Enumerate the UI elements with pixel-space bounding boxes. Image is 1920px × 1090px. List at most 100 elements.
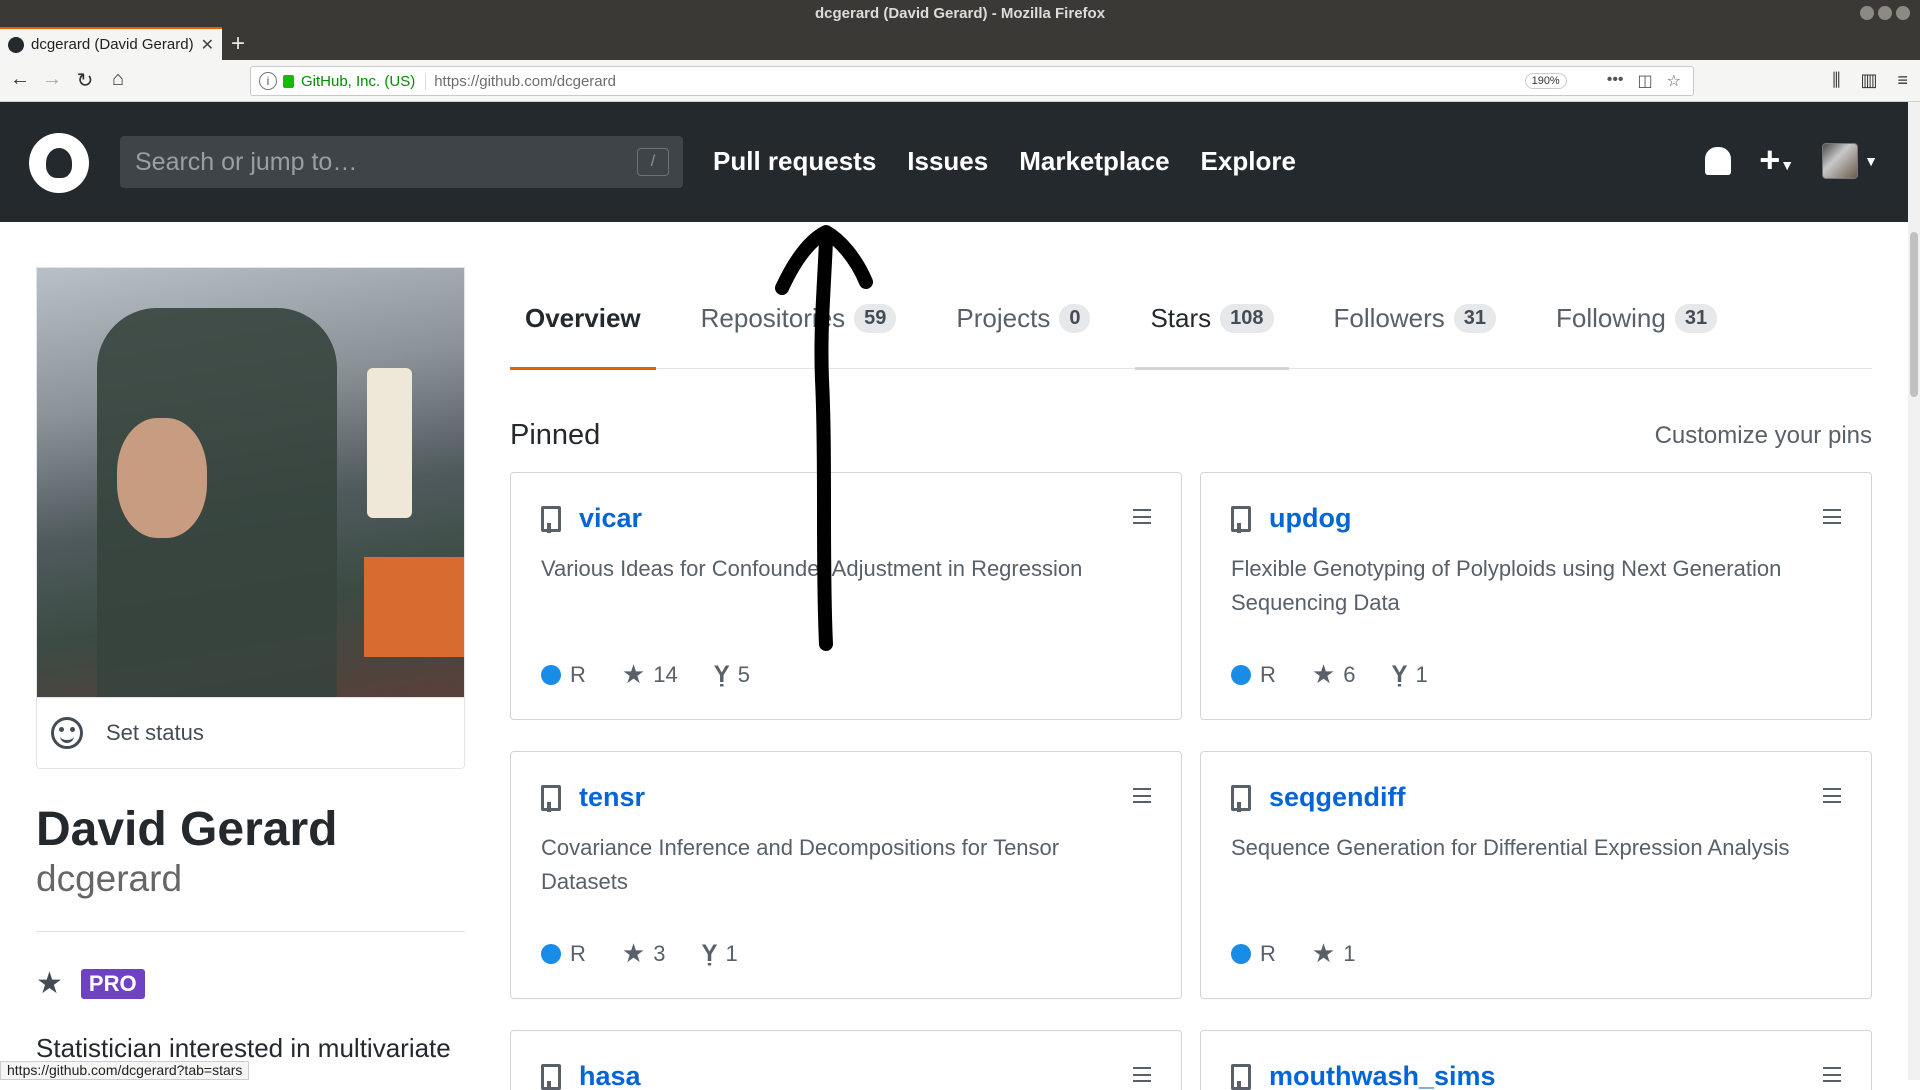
site-info-icon[interactable]: i (259, 72, 277, 90)
set-status-button[interactable]: Set status (36, 697, 465, 769)
toolbar-right: ⫼ ▥ ≡ (1832, 70, 1908, 91)
tab-stars[interactable]: Stars 108 (1135, 267, 1289, 370)
global-nav: Pull requests Issues Marketplace Explore (713, 146, 1296, 177)
close-window-button[interactable] (1896, 6, 1910, 20)
repo-forks[interactable]: Ỵ5 (714, 661, 750, 689)
github-logo-icon[interactable] (29, 133, 89, 193)
drag-handle-icon[interactable] (1133, 509, 1151, 524)
nav-explore[interactable]: Explore (1201, 146, 1296, 177)
star-icon: ★ (1311, 659, 1336, 689)
notifications-bell-icon[interactable] (1705, 146, 1732, 175)
pinned-repo-card: vicar Various Ideas for Confounder Adjus… (510, 472, 1182, 720)
fork-count: 5 (737, 661, 750, 687)
sidebar-icon[interactable]: ▥ (1860, 70, 1877, 91)
pinned-repo-card: updog Flexible Genotyping of Polyploids … (1200, 472, 1872, 720)
chevron-down-icon: ▼ (1780, 157, 1795, 174)
tab-count: 31 (1674, 303, 1718, 333)
create-new-menu[interactable]: +▼ (1759, 142, 1794, 179)
new-tab-button[interactable]: + (231, 30, 245, 58)
profile-fullname: David Gerard (36, 803, 338, 856)
smiley-icon (51, 717, 83, 749)
pinned-repo-card: hasa (510, 1030, 1182, 1090)
star-count: 1 (1343, 940, 1356, 966)
github-favicon-icon (8, 36, 24, 53)
tab-count: 0 (1059, 303, 1091, 333)
window-title: dcgerard (David Gerard) - Mozilla Firefo… (814, 5, 1106, 22)
home-icon[interactable]: ⌂ (106, 68, 130, 91)
repo-icon (541, 784, 561, 812)
star-icon: ★ (1311, 938, 1336, 968)
fork-count: 1 (725, 940, 738, 966)
url-bar[interactable]: i GitHub, Inc. (US) https://github.com/d… (250, 66, 1694, 96)
repo-link[interactable]: mouthwash_sims (1269, 1061, 1496, 1090)
zoom-level[interactable]: 190% (1524, 73, 1567, 89)
page-actions-icon[interactable]: ••• (1607, 71, 1624, 91)
window-titlebar: dcgerard (David Gerard) - Mozilla Firefo… (0, 0, 1920, 27)
repo-stars[interactable]: ★ 6 (1312, 659, 1356, 690)
menu-icon[interactable]: ≡ (1897, 70, 1908, 91)
nav-marketplace[interactable]: Marketplace (1019, 146, 1169, 177)
language-color-dot (1231, 943, 1251, 964)
repo-language: R (1231, 941, 1276, 967)
star-count: 14 (653, 661, 678, 687)
repo-link[interactable]: updog (1269, 503, 1351, 534)
repo-link[interactable]: vicar (579, 503, 642, 534)
tab-overview[interactable]: Overview (510, 267, 656, 370)
profile-main: Overview Repositories 59 Projects 0 Stars 1… (510, 267, 1872, 1090)
repo-icon (1231, 1063, 1251, 1090)
url-text[interactable]: https://github.com/dcgerard (434, 73, 616, 90)
nav-issues[interactable]: Issues (907, 146, 988, 177)
pro-badge[interactable]: PRO (80, 968, 145, 999)
photo-cup (367, 368, 412, 518)
close-tab-icon[interactable]: ✕ (201, 35, 214, 55)
repo-stars[interactable]: ★ 1 (1312, 938, 1356, 969)
repo-forks[interactable]: Ỵ1 (1391, 661, 1427, 689)
fork-icon: Ỵ (1391, 660, 1408, 688)
link-status-bar: https://github.com/dcgerard?tab=stars (0, 1061, 250, 1080)
user-menu[interactable]: ▼ (1822, 142, 1878, 179)
maximize-button[interactable] (1878, 6, 1892, 20)
scrollbar-thumb[interactable] (1910, 232, 1918, 397)
pocket-icon[interactable]: ◫ (1638, 71, 1653, 91)
language-name: R (1260, 940, 1276, 966)
repo-forks[interactable]: Ỵ1 (701, 940, 737, 968)
library-icon[interactable]: ⫼ (1832, 70, 1840, 91)
search-input[interactable]: Search or jump to… / (120, 136, 683, 188)
tab-repositories[interactable]: Repositories 59 (686, 267, 912, 369)
repo-link[interactable]: hasa (579, 1061, 641, 1090)
tab-projects[interactable]: Projects 0 (941, 267, 1105, 369)
repo-description: Covariance Inference and Decompositions … (541, 835, 1060, 894)
repo-stars[interactable]: ★ 14 (622, 659, 678, 690)
reload-icon[interactable]: ↻ (73, 68, 97, 93)
nav-pull-requests[interactable]: Pull requests (713, 146, 876, 177)
chevron-down-icon: ▼ (1864, 152, 1878, 169)
browser-tab-title: dcgerard (David Gerard) (31, 36, 194, 53)
tab-label: Projects (956, 302, 1051, 333)
tab-followers[interactable]: Followers 31 (1319, 267, 1512, 369)
forward-icon[interactable]: → (40, 68, 64, 91)
avatar (1822, 142, 1859, 179)
tab-following[interactable]: Following 31 (1541, 267, 1732, 369)
browser-tab[interactable]: dcgerard (David Gerard) ✕ (0, 27, 222, 60)
language-name: R (570, 661, 586, 687)
customize-pins-link[interactable]: Customize your pins (1655, 422, 1872, 450)
language-color-dot (1231, 664, 1251, 685)
minimize-button[interactable] (1860, 6, 1874, 20)
drag-handle-icon[interactable] (1823, 788, 1841, 803)
profile-sidebar: Set status David Gerard dcgerard ★ PRO S… (36, 267, 465, 1064)
drag-handle-icon[interactable] (1133, 788, 1151, 803)
repo-link[interactable]: tensr (579, 782, 645, 813)
tab-label: Followers (1333, 302, 1445, 333)
repo-stars[interactable]: ★ 3 (622, 938, 666, 969)
drag-handle-icon[interactable] (1823, 509, 1841, 524)
profile-photo[interactable] (36, 267, 465, 697)
tab-count: 59 (854, 303, 897, 333)
repo-meta: R ★ 1 (1231, 938, 1355, 969)
page-scrollbar[interactable] (1908, 102, 1920, 1080)
bookmark-star-icon[interactable]: ☆ (1667, 71, 1681, 91)
repo-description: Flexible Genotyping of Polyploids using … (1231, 556, 1782, 615)
profile-username: dcgerard (36, 858, 183, 899)
search-shortcut-key: / (637, 148, 669, 176)
back-icon[interactable]: ← (8, 68, 32, 91)
repo-link[interactable]: seqgendiff (1269, 782, 1406, 813)
